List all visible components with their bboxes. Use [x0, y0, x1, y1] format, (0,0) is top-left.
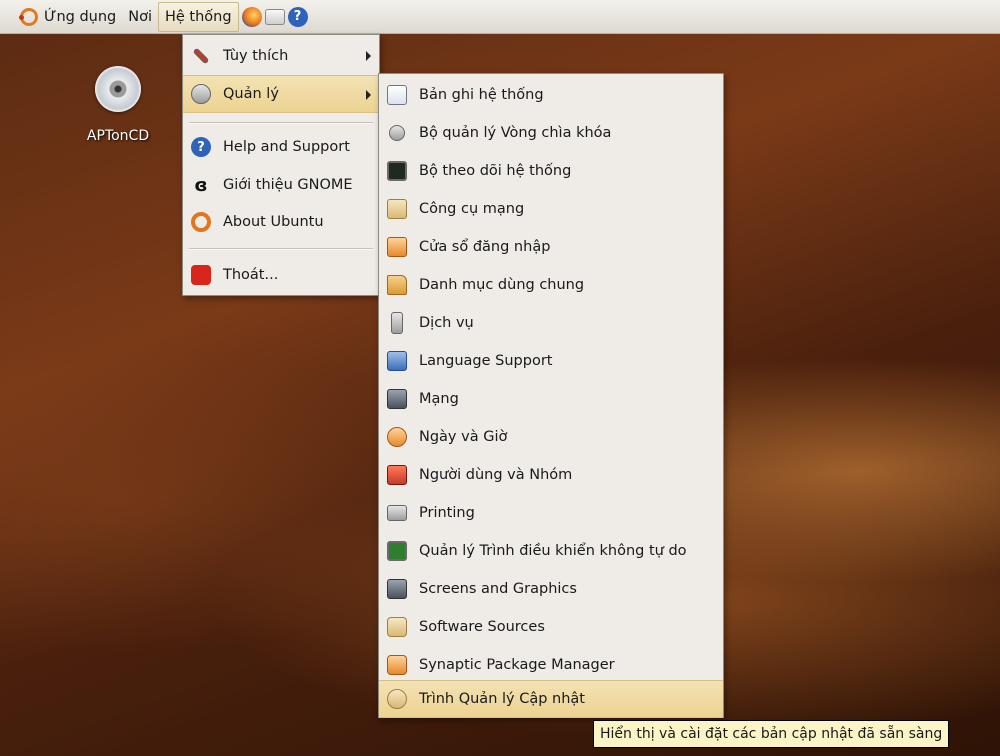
- administration-gear-icon: [189, 82, 213, 106]
- menu-item-label: Trình Quản lý Cập nhật: [419, 691, 585, 707]
- restricted-drivers-icon: [385, 539, 409, 563]
- top-panel: Ứng dụng Nơi Hệ thống ?: [0, 0, 1000, 34]
- menu-item-system-log[interactable]: Bản ghi hệ thống: [379, 76, 723, 114]
- applications-label: Ứng dụng: [44, 8, 117, 25]
- menu-item-network-tools[interactable]: Công cụ mạng: [379, 190, 723, 228]
- services-icon: [385, 311, 409, 335]
- synaptic-icon: [385, 653, 409, 677]
- menu-item-label: Người dùng và Nhóm: [419, 467, 573, 483]
- log-viewer-icon: [385, 83, 409, 107]
- menu-item-label: About Ubuntu: [223, 214, 324, 230]
- menu-item-label: Công cụ mạng: [419, 201, 525, 217]
- menu-item-synaptic[interactable]: Synaptic Package Manager: [379, 646, 723, 684]
- places-menu-button[interactable]: Nơi: [122, 3, 158, 31]
- menu-item-preferences[interactable]: Tùy thích: [183, 37, 379, 75]
- software-sources-icon: [385, 615, 409, 639]
- menu-item-label: Software Sources: [419, 619, 545, 635]
- system-menu: Tùy thích Quản lý ? Help and Support ɞ G…: [182, 34, 380, 296]
- menu-item-quit[interactable]: Thoát...: [183, 256, 379, 294]
- cd-icon: [95, 66, 141, 112]
- desktop-icon-label: APTonCD: [86, 128, 150, 144]
- menu-item-label: Printing: [419, 505, 475, 521]
- menu-item-label: Tùy thích: [223, 48, 289, 64]
- menu-item-label: Bộ theo dõi hệ thống: [419, 163, 572, 179]
- shared-folders-icon: [385, 273, 409, 297]
- mail-launcher-icon[interactable]: [264, 8, 285, 25]
- menu-item-users-groups[interactable]: Người dùng và Nhóm: [379, 456, 723, 494]
- help-icon: ?: [189, 135, 213, 159]
- menu-item-label: Ngày và Giờ: [419, 429, 508, 445]
- system-label: Hệ thống: [164, 8, 232, 25]
- menu-item-label: Language Support: [419, 353, 553, 369]
- menu-item-label: Mạng: [419, 391, 459, 407]
- applications-menu-button[interactable]: Ứng dụng: [14, 3, 122, 31]
- help-launcher-icon[interactable]: ?: [287, 6, 308, 27]
- menu-item-label: Quản lý: [223, 86, 279, 102]
- menu-item-help-support[interactable]: ? Help and Support: [183, 128, 379, 166]
- menu-item-label: Bản ghi hệ thống: [419, 87, 544, 103]
- menu-item-label: Danh mục dùng chung: [419, 277, 585, 293]
- menu-item-services[interactable]: Dịch vụ: [379, 304, 723, 342]
- menu-item-about-gnome[interactable]: ɞ Giới thiệu GNOME: [183, 166, 379, 204]
- system-monitor-icon: [385, 159, 409, 183]
- administration-submenu: Bản ghi hệ thống Bộ quản lý Vòng chìa kh…: [378, 73, 724, 718]
- language-flag-icon: [385, 349, 409, 373]
- network-tools-icon: [385, 197, 409, 221]
- keyring-icon: [385, 121, 409, 145]
- menu-item-label: Dịch vụ: [419, 315, 474, 331]
- submenu-arrow-icon: [366, 90, 371, 100]
- menu-item-label: Giới thiệu GNOME: [223, 177, 353, 193]
- firefox-launcher-icon[interactable]: [241, 6, 262, 27]
- display-icon: [385, 577, 409, 601]
- menu-item-label: Thoát...: [223, 267, 279, 283]
- menu-item-software-sources[interactable]: Software Sources: [379, 608, 723, 646]
- system-menu-button[interactable]: Hệ thống: [157, 1, 239, 32]
- menu-item-label: Synaptic Package Manager: [419, 657, 615, 673]
- power-icon: [189, 263, 213, 287]
- menu-item-restricted-drivers[interactable]: Quản lý Trình điều khiển không tự do: [379, 532, 723, 570]
- menu-item-language-support[interactable]: Language Support: [379, 342, 723, 380]
- menu-item-date-time[interactable]: Ngày và Giờ: [379, 418, 723, 456]
- tooltip-text: Hiển thị và cài đặt các bản cập nhật đã …: [600, 726, 943, 742]
- preferences-icon: [189, 44, 213, 68]
- menu-item-administration[interactable]: Quản lý: [183, 75, 379, 113]
- date-time-icon: [385, 425, 409, 449]
- menu-item-label: Quản lý Trình điều khiển không tự do: [419, 543, 687, 559]
- places-label: Nơi: [128, 8, 152, 25]
- login-window-icon: [385, 235, 409, 259]
- update-manager-icon: [385, 687, 409, 711]
- menu-item-system-monitor[interactable]: Bộ theo dõi hệ thống: [379, 152, 723, 190]
- tooltip: Hiển thị và cài đặt các bản cập nhật đã …: [593, 720, 950, 748]
- printer-icon: [385, 501, 409, 525]
- menu-item-shared-folders[interactable]: Danh mục dùng chung: [379, 266, 723, 304]
- menu-item-login-window[interactable]: Cửa sổ đăng nhập: [379, 228, 723, 266]
- desktop-icon-aptoncd[interactable]: APTonCD: [78, 66, 158, 144]
- menu-item-printing[interactable]: Printing: [379, 494, 723, 532]
- menu-item-network[interactable]: Mạng: [379, 380, 723, 418]
- network-icon: [385, 387, 409, 411]
- menu-separator: [189, 248, 373, 250]
- menu-item-about-ubuntu[interactable]: About Ubuntu: [183, 203, 379, 241]
- submenu-arrow-icon: [366, 51, 371, 61]
- users-groups-icon: [385, 463, 409, 487]
- menu-item-label: Bộ quản lý Vòng chìa khóa: [419, 125, 612, 141]
- menu-item-label: Help and Support: [223, 139, 350, 155]
- gnome-foot-icon: ɞ: [194, 174, 208, 196]
- menu-item-label: Cửa sổ đăng nhập: [419, 239, 551, 255]
- menu-item-label: Screens and Graphics: [419, 581, 577, 597]
- menu-item-update-manager[interactable]: Trình Quản lý Cập nhật: [379, 680, 723, 718]
- ubuntu-logo-icon: [189, 210, 213, 234]
- ubuntu-logo-icon: [19, 7, 38, 26]
- menu-separator: [189, 122, 373, 124]
- menu-item-keyring-manager[interactable]: Bộ quản lý Vòng chìa khóa: [379, 114, 723, 152]
- menu-item-screens-graphics[interactable]: Screens and Graphics: [379, 570, 723, 608]
